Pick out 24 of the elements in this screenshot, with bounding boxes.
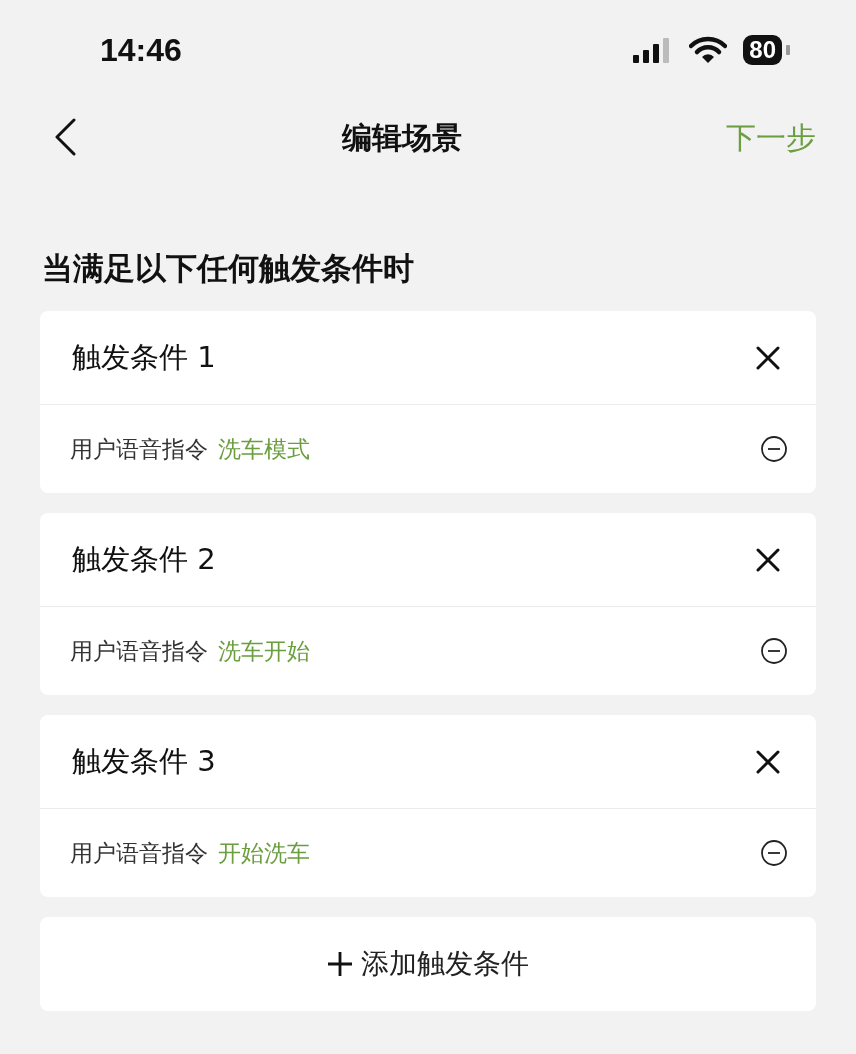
plus-icon (327, 951, 353, 978)
page-title: 编辑场景 (342, 118, 462, 157)
condition-title: 触发条件 1 (72, 338, 216, 376)
remove-icon[interactable] (760, 435, 788, 464)
wifi-icon (689, 36, 728, 64)
condition-label: 用户语音指令 (70, 636, 208, 666)
close-icon[interactable] (756, 345, 780, 370)
next-step-link[interactable]: 下一步 (726, 114, 816, 160)
section-heading: 当满足以下任何触发条件时 (41, 249, 415, 288)
condition-label: 用户语音指令 (70, 838, 208, 868)
condition-value[interactable]: 洗车模式 (218, 431, 310, 467)
condition-value[interactable]: 开始洗车 (218, 835, 310, 871)
add-condition-button[interactable]: 添加触发条件 (40, 917, 816, 1012)
condition-label: 用户语音指令 (70, 434, 208, 464)
battery-cap-icon (786, 45, 790, 55)
condition-title: 触发条件 3 (72, 742, 216, 780)
battery-level: 80 (743, 35, 782, 65)
status-time: 14:46 (100, 31, 182, 70)
condition-value[interactable]: 洗车开始 (218, 633, 310, 669)
condition-title: 触发条件 2 (72, 540, 216, 578)
remove-icon[interactable] (760, 637, 788, 666)
remove-icon[interactable] (760, 839, 788, 868)
close-icon[interactable] (756, 547, 780, 572)
close-icon[interactable] (756, 749, 780, 774)
